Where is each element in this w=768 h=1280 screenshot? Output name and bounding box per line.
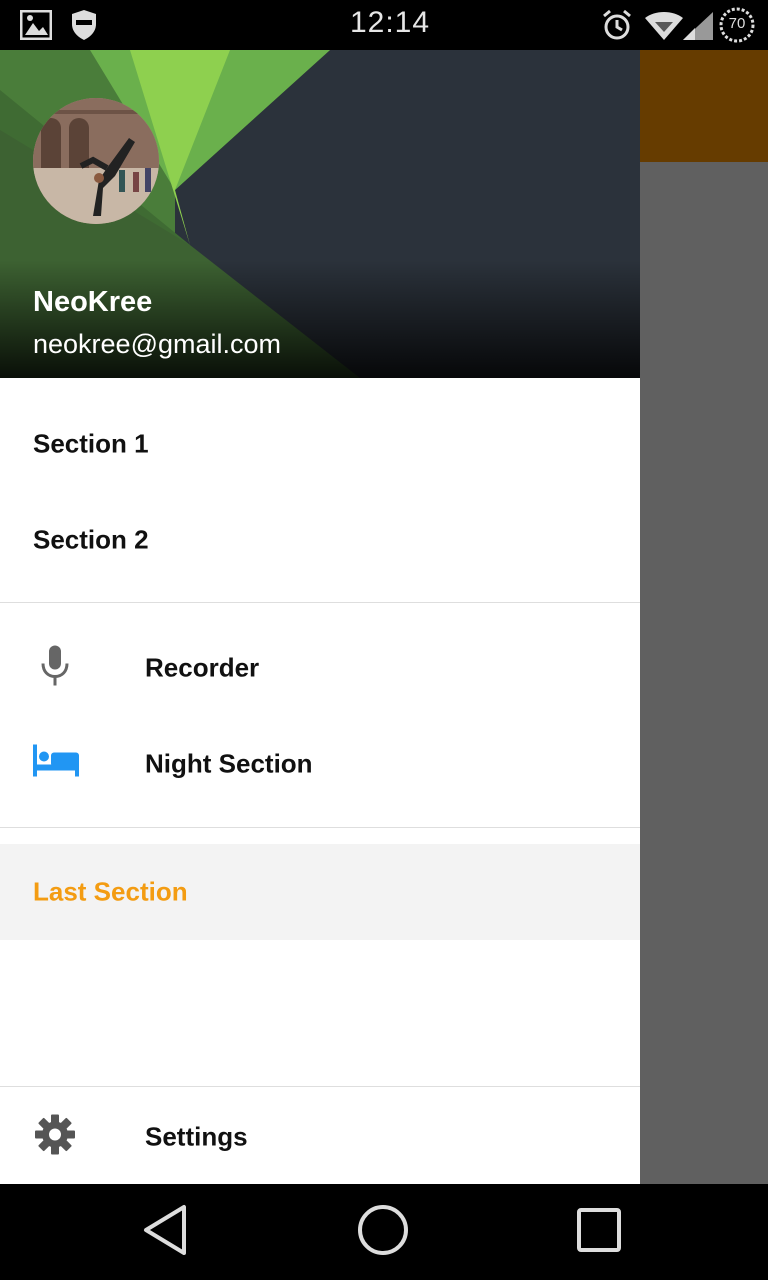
bed-icon (33, 744, 79, 784)
drawer-item-section-2[interactable]: Section 2 (0, 492, 640, 588)
drawer-item-label: Settings (145, 1121, 248, 1152)
battery-level: 70 (728, 15, 746, 32)
home-icon (356, 1203, 410, 1262)
account-email: neokree@gmail.com (33, 329, 282, 359)
drawer-item-label: Night Section (145, 748, 313, 779)
drawer-item-label: Recorder (145, 652, 260, 683)
drawer-item-label: Last Section (33, 876, 188, 907)
divider (0, 1086, 640, 1087)
drawer-item-label: Section 1 (33, 428, 149, 459)
signal-icon (683, 12, 713, 45)
back-button[interactable] (118, 1184, 214, 1280)
drawer-item-section-1[interactable]: Section 1 (0, 396, 640, 492)
alarm-icon (601, 9, 633, 46)
account-name: NeoKree (33, 286, 153, 318)
drawer-item-last-section[interactable]: Last Section (0, 844, 640, 940)
wifi-icon (645, 12, 683, 45)
drawer-item-night-section[interactable]: Night Section (0, 716, 640, 812)
system-navigation-bar (0, 1184, 768, 1280)
drawer-item-recorder[interactable]: Recorder (0, 620, 640, 716)
recents-icon (576, 1207, 622, 1258)
drawer-header: NeoKree neokree@gmail.com (0, 50, 640, 378)
avatar[interactable] (33, 98, 159, 224)
navigation-drawer: NeoKree neokree@gmail.com Section 1 Sect… (0, 50, 640, 1184)
home-button[interactable] (335, 1184, 431, 1280)
drawer-item-label: Section 2 (33, 524, 149, 555)
divider (0, 827, 640, 828)
microphone-icon (33, 644, 77, 693)
battery-icon: 70 (719, 7, 755, 48)
back-icon (142, 1204, 190, 1261)
background-toolbar (640, 50, 768, 162)
status-bar: 12:14 70 (0, 0, 768, 50)
gear-icon (33, 1113, 77, 1162)
background-app-scrim[interactable] (640, 50, 768, 1184)
drawer-item-settings[interactable]: Settings (0, 1089, 640, 1184)
recents-button[interactable] (551, 1184, 647, 1280)
divider (0, 602, 640, 603)
